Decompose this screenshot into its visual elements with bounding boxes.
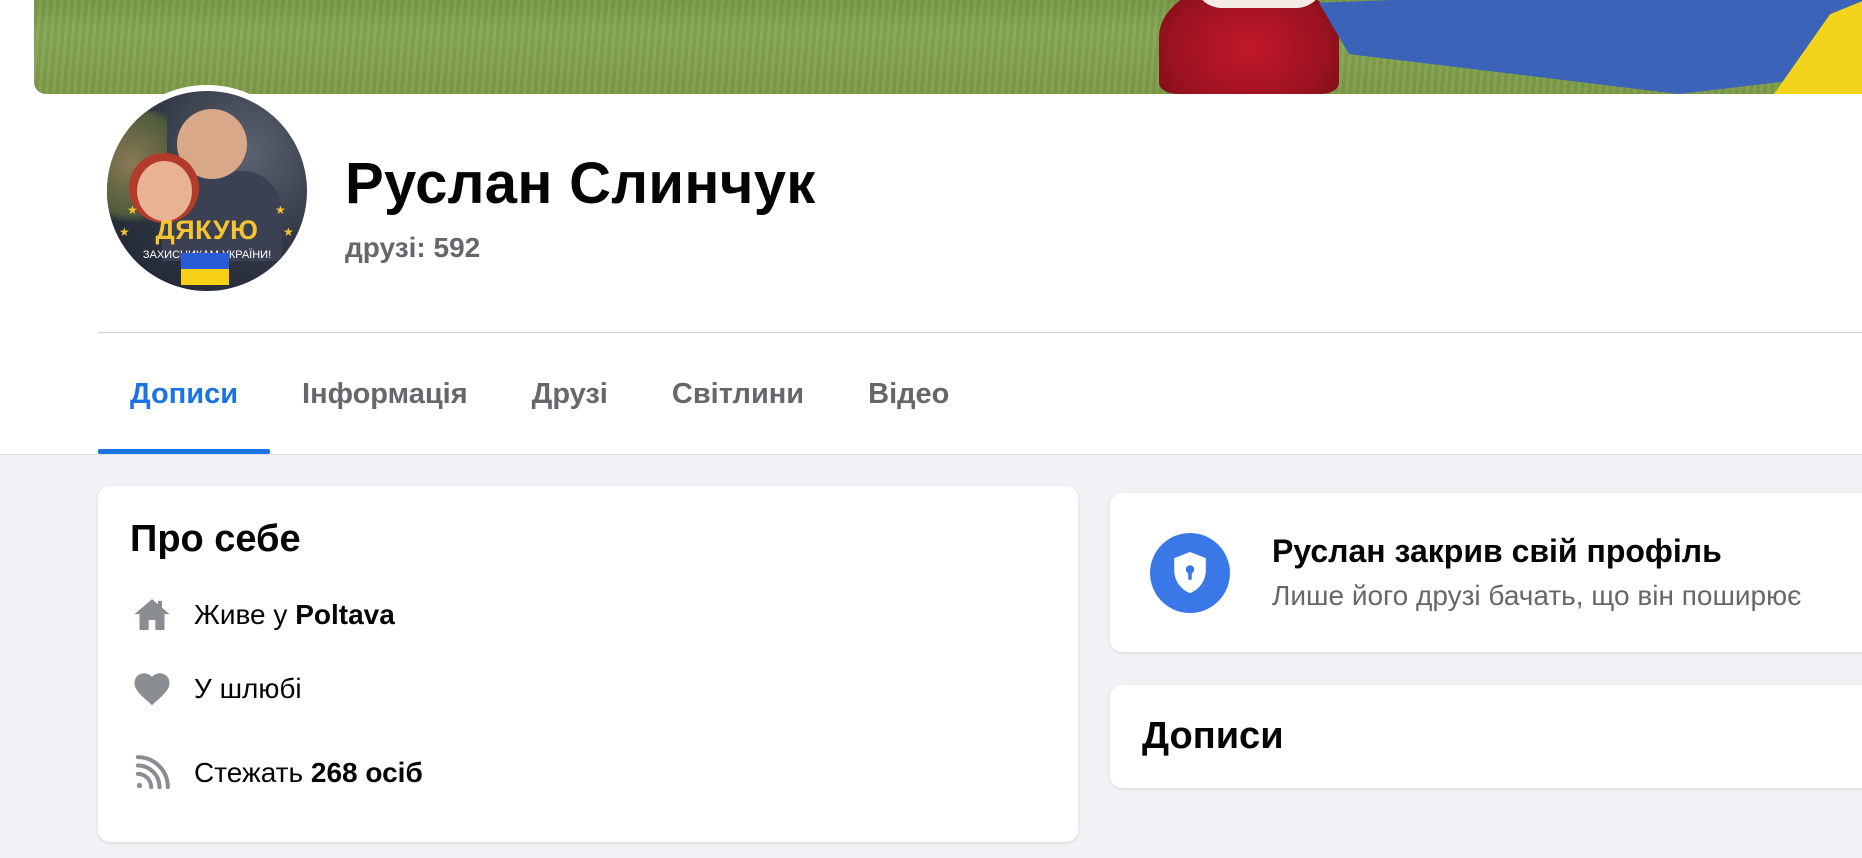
followers-icon <box>130 751 174 795</box>
tabs-bottom-border <box>0 454 1862 455</box>
header-divider <box>98 332 1862 333</box>
avatar-woman-face <box>137 161 192 221</box>
profile-tabs: Дописи Інформація Друзі Світлини Відео <box>98 352 981 454</box>
heart-icon <box>130 667 174 711</box>
avatar-ukraine-flag <box>181 253 229 285</box>
tab-friends[interactable]: Друзі <box>500 352 640 454</box>
tab-photos[interactable]: Світлини <box>640 352 836 454</box>
about-row-lives: Живе у Poltava <box>130 583 1046 647</box>
cover-photo[interactable] <box>34 0 1862 94</box>
cover-figure <box>1159 0 1339 94</box>
about-row-followers: Стежать 268 осіб <box>130 731 1046 815</box>
relationship-status: У шлюбі <box>194 673 302 704</box>
followers-prefix: Стежать <box>194 757 304 788</box>
about-title: Про себе <box>130 518 301 560</box>
avatar[interactable]: ★ ★ ★ ★ ДЯКУЮ ЗАХИСНИКАМ УКРАЇНИ! <box>107 91 307 291</box>
tab-info[interactable]: Інформація <box>270 352 500 454</box>
avatar-text-main: ДЯКУЮ <box>155 215 259 245</box>
locked-text: Руслан закрив свій профіль Лише його дру… <box>1272 533 1801 612</box>
profile-name: Руслан Слинчук <box>345 151 816 216</box>
about-row-relationship: У шлюбі <box>130 647 1046 731</box>
tab-videos[interactable]: Відео <box>836 352 981 454</box>
tab-posts[interactable]: Дописи <box>98 352 271 454</box>
posts-card: Дописи <box>1110 685 1862 788</box>
followers-count[interactable]: 268 осіб <box>311 757 423 789</box>
locked-title: Руслан закрив свій профіль <box>1272 533 1722 569</box>
posts-title: Дописи <box>1142 715 1284 757</box>
locked-subtitle: Лише його друзі бачать, що він поширює <box>1272 580 1802 611</box>
about-card: Про себе Живе у Poltava У шлюбі Стежать … <box>98 486 1078 842</box>
shield-lock-icon <box>1150 532 1230 613</box>
locked-profile-card: Руслан закрив свій профіль Лише його дру… <box>1110 493 1862 652</box>
home-icon <box>130 593 174 637</box>
avatar-frame[interactable]: ★ ★ ★ ★ ДЯКУЮ ЗАХИСНИКАМ УКРАЇНИ! <box>101 85 313 297</box>
friends-count[interactable]: друзі: 592 <box>345 232 480 264</box>
lives-prefix: Живе у <box>194 599 288 630</box>
lives-city[interactable]: Poltava <box>295 599 395 631</box>
